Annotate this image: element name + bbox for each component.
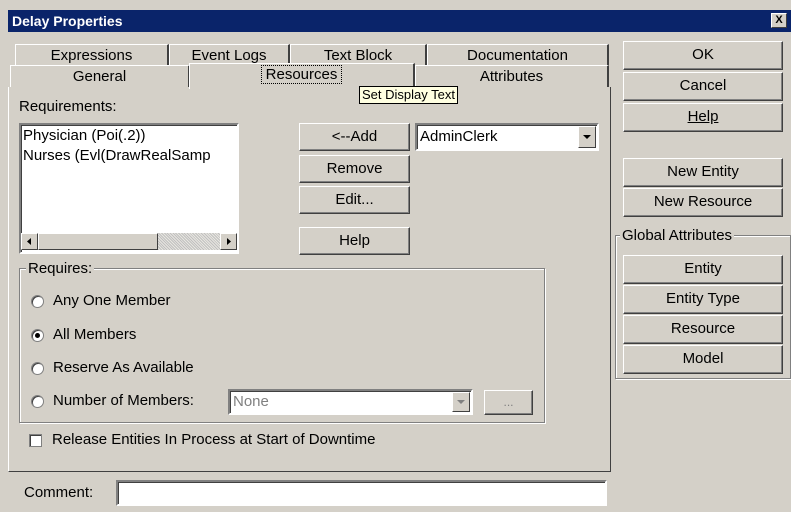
- number-of-members-value: None: [233, 393, 269, 410]
- chevron-down-icon: [583, 135, 591, 139]
- new-resource-button[interactable]: New Resource: [623, 188, 783, 217]
- global-attributes-legend: Global Attributes: [620, 227, 735, 244]
- tab-expressions[interactable]: Expressions: [15, 44, 169, 66]
- radio-label[interactable]: All Members: [53, 326, 136, 344]
- window-title: Delay Properties: [12, 13, 123, 29]
- chevron-down-icon: [457, 400, 465, 404]
- ok-button[interactable]: OK: [623, 41, 783, 70]
- radio-reserve-as-available[interactable]: [31, 362, 44, 375]
- scroll-track[interactable]: [158, 233, 220, 250]
- scroll-left-button[interactable]: [21, 233, 38, 250]
- comment-label: Comment:: [24, 484, 94, 501]
- close-button[interactable]: X: [771, 13, 787, 28]
- requires-legend: Requires:: [26, 260, 95, 277]
- help-resources-button[interactable]: Help: [299, 227, 410, 255]
- resource-button[interactable]: Resource: [623, 315, 783, 344]
- title-bar: Delay Properties X: [8, 10, 791, 32]
- list-item[interactable]: Nurses (Evl(DrawRealSamp: [23, 147, 211, 165]
- radio-selected-dot: [35, 333, 40, 338]
- cancel-button[interactable]: Cancel: [623, 72, 783, 101]
- tooltip: Set Display Text: [359, 86, 458, 104]
- browse-members-button[interactable]: ...: [484, 390, 533, 415]
- resource-select[interactable]: AdminClerk: [415, 123, 599, 151]
- tab-resources-label: Resources: [260, 65, 343, 84]
- new-entity-button[interactable]: New Entity: [623, 158, 783, 187]
- entity-button[interactable]: Entity: [623, 255, 783, 284]
- add-button[interactable]: <--Add: [299, 123, 410, 151]
- arrow-left-icon: [27, 238, 31, 245]
- model-button[interactable]: Model: [623, 345, 783, 374]
- release-entities-checkbox[interactable]: [29, 434, 42, 447]
- resource-select-value: AdminClerk: [420, 128, 498, 145]
- radio-label[interactable]: Any One Member: [53, 292, 171, 310]
- tab-documentation[interactable]: Documentation: [427, 44, 609, 66]
- comment-input[interactable]: [116, 480, 607, 506]
- close-icon: X: [775, 14, 783, 26]
- edit-button[interactable]: Edit...: [299, 186, 410, 214]
- radio-label[interactable]: Reserve As Available: [53, 359, 194, 377]
- tab-general[interactable]: General: [10, 65, 190, 87]
- tab-attributes[interactable]: Attributes: [415, 65, 609, 87]
- number-of-members-select[interactable]: None: [228, 389, 473, 415]
- requirements-label: Requirements:: [19, 98, 117, 115]
- list-item[interactable]: Physician (Poi(.2)): [23, 127, 146, 145]
- arrow-right-icon: [227, 238, 231, 245]
- horizontal-scrollbar[interactable]: [21, 233, 237, 250]
- resource-select-dropdown[interactable]: [578, 126, 596, 148]
- requirements-list[interactable]: Physician (Poi(.2)) Nurses (Evl(DrawReal…: [19, 123, 239, 254]
- radio-any-one-member[interactable]: [31, 295, 44, 308]
- remove-button[interactable]: Remove: [299, 155, 410, 183]
- radio-number-of-members[interactable]: [31, 395, 44, 408]
- scroll-thumb[interactable]: [38, 233, 158, 250]
- radio-label[interactable]: Number of Members:: [53, 392, 194, 410]
- help-button[interactable]: Help: [623, 103, 783, 132]
- entity-type-button[interactable]: Entity Type: [623, 285, 783, 314]
- radio-all-members[interactable]: [31, 329, 44, 342]
- scroll-right-button[interactable]: [220, 233, 237, 250]
- number-select-dropdown[interactable]: [452, 392, 470, 412]
- release-entities-label[interactable]: Release Entities In Process at Start of …: [52, 431, 375, 449]
